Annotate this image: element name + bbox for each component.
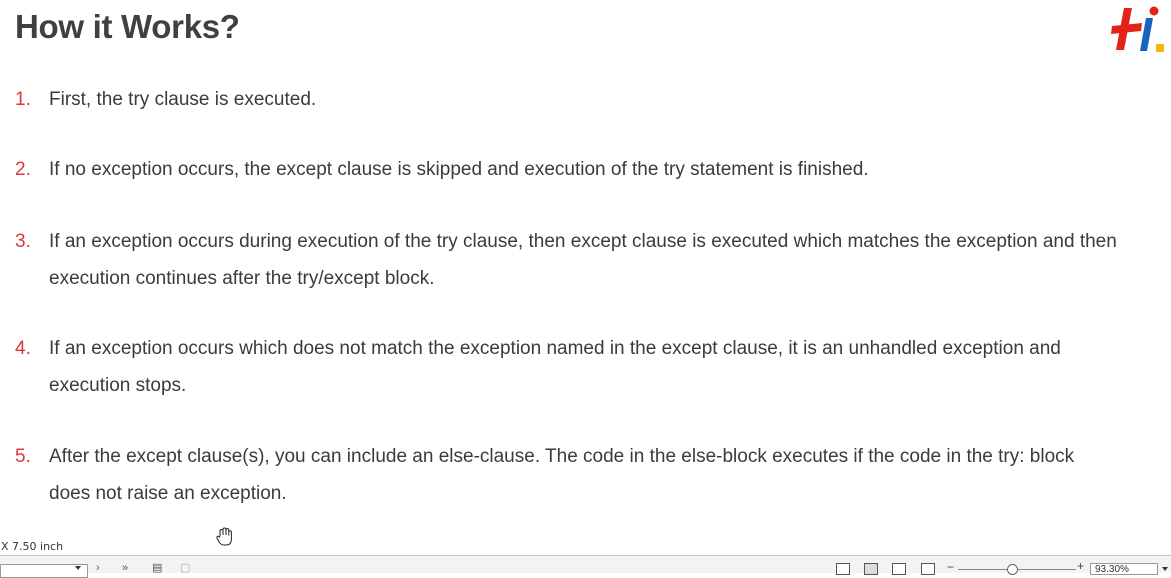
insert-page-icon[interactable]: ▤ bbox=[152, 562, 162, 574]
ruler-dimension-readout: X 7.50 inch bbox=[0, 540, 66, 553]
view-sorter-icon[interactable] bbox=[892, 563, 906, 575]
view-notes-icon[interactable] bbox=[921, 563, 935, 575]
item-number: 3. bbox=[15, 231, 31, 252]
chevron-down-icon[interactable] bbox=[75, 566, 81, 570]
status-bar: › » ▤ ▢ − + 93.30% bbox=[0, 555, 1171, 578]
chevron-down-icon[interactable] bbox=[1162, 567, 1168, 571]
hi-logo-icon bbox=[1111, 6, 1164, 52]
duplicate-page-icon[interactable]: ▢ bbox=[180, 562, 190, 574]
slide-title: How it Works? bbox=[15, 8, 240, 45]
item-text: If an exception occurs which does not ma… bbox=[49, 338, 1061, 396]
view-normal-icon[interactable] bbox=[836, 563, 850, 575]
zoom-in-button[interactable]: + bbox=[1077, 559, 1084, 573]
item-text: First, the try clause is executed. bbox=[49, 89, 317, 110]
item-number: 5. bbox=[15, 446, 31, 467]
last-page-icon[interactable]: » bbox=[122, 562, 128, 574]
item-number: 4. bbox=[15, 338, 31, 359]
item-number: 2. bbox=[15, 159, 31, 180]
zoom-level-field[interactable]: 93.30% bbox=[1090, 563, 1158, 575]
hand-cursor-icon bbox=[216, 527, 232, 546]
item-text: After the except clause(s), you can incl… bbox=[49, 446, 1075, 504]
next-page-icon[interactable]: › bbox=[96, 562, 100, 574]
slide-canvas: How it Works? 1. First, the try clause i… bbox=[0, 0, 1171, 555]
zoom-slider-thumb[interactable] bbox=[1007, 564, 1018, 575]
item-text: If an exception occurs during execution … bbox=[49, 231, 1117, 289]
item-text: If no exception occurs, the except claus… bbox=[49, 159, 869, 180]
view-outline-icon[interactable] bbox=[864, 563, 878, 575]
item-number: 1. bbox=[15, 89, 31, 110]
